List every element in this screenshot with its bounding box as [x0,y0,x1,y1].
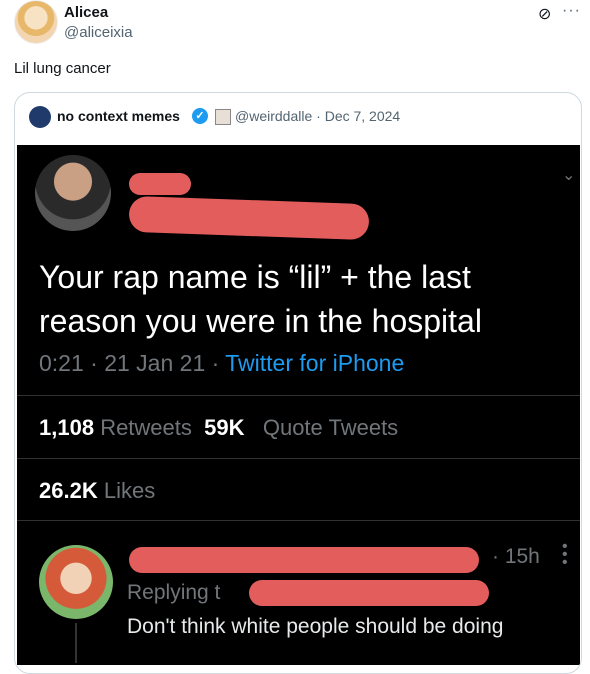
quoted-image[interactable]: ⌄ Your rap name is “lil” + the last reas… [17,145,580,665]
image-meta: 0:21 · 21 Jan 21 · Twitter for iPhone [39,350,404,377]
redaction-mark [129,547,479,573]
quote-date: Dec 7, 2024 [324,108,401,124]
quote-author-handle-date: @weirddalle · Dec 7, 2024 [235,108,400,124]
redaction-mark [249,580,489,606]
divider [17,520,580,521]
meta-time: 0:21 · 21 Jan 21 · [39,350,226,376]
verified-badge-icon: ✓ [192,108,208,124]
divider [17,458,580,459]
grok-icon[interactable]: ⊘ [538,4,551,24]
retweets-label: Retweets [100,415,192,440]
author-handle[interactable]: @aliceixia [64,24,133,41]
divider [17,395,580,396]
likes-label: Likes [103,478,156,503]
image-headline: Your rap name is “lil” + the last reason… [39,255,482,343]
quote-author-avatar [29,106,51,128]
quotes-count: 59K [204,415,245,440]
retweets-count: 1,108 [39,415,95,440]
image-stats: 1,108 Retweets 59K Quote Tweets [39,415,398,441]
post-text: Lil lung cancer [14,60,111,77]
reply-user-avatar [39,545,113,619]
thread-line [75,623,77,663]
affiliate-badge-icon [215,109,231,125]
image-user-avatar [35,155,111,231]
quote-author-handle: @weirddalle [235,108,313,124]
quote-author-name: no context memes [57,108,180,124]
chevron-down-icon: ⌄ [562,167,576,184]
author-name[interactable]: Alicea [64,4,108,21]
likes-count: 26.2K [39,478,98,503]
meta-source: Twitter for iPhone [225,350,405,376]
reply-replying-to: Replying t [127,581,221,604]
quoted-post[interactable]: no context memes ✓ @weirddalle · Dec 7, … [14,92,582,674]
dot-separator: · [316,108,325,124]
redaction-mark [129,173,191,195]
quotes-label: Quote Tweets [262,415,399,440]
reply-text: Don't think white people should be doing [127,615,504,638]
redaction-mark [128,195,370,241]
more-vertical-icon: • • • [562,538,568,571]
headline-line-2: reason you were in the hospital [39,303,482,339]
image-likes: 26.2K Likes [39,478,155,504]
reply-time: · 15h [492,545,540,568]
more-icon[interactable]: ··· [562,2,581,20]
headline-line-1: Your rap name is “lil” + the last [39,259,471,295]
author-avatar[interactable] [14,0,58,44]
